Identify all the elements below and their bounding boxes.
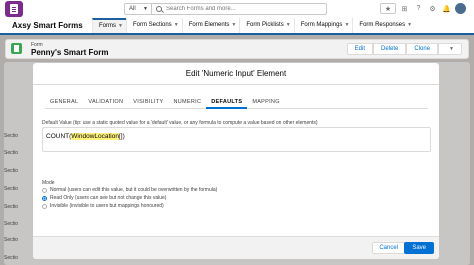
nav-tab-form-sections[interactable]: Form Sections ▼ [126, 18, 182, 33]
mode-option-label: Normal (users can edit this value, but i… [50, 187, 218, 193]
radio-button[interactable] [42, 203, 47, 209]
mode-option-invisible[interactable]: Invisible (invisible to users but mappin… [42, 203, 164, 209]
plus-icon[interactable]: ⊞ [399, 3, 410, 14]
nav-tabs: Forms ▼ Form Sections ▼ Form Elements ▼ … [92, 18, 415, 33]
edit-element-modal: Edit 'Numeric Input' Element GENERAL VAL… [33, 63, 439, 259]
star-icon[interactable]: ★ [380, 3, 396, 14]
tab-mapping[interactable]: MAPPING [247, 98, 284, 109]
tab-defaults[interactable]: DEFAULTS [206, 98, 248, 109]
mode-option-read-only[interactable]: Read Only (users can see but not change … [42, 195, 166, 201]
formula-text: COUNT(WindowLocation[]) [46, 133, 125, 140]
nav-tab-form-elements[interactable]: Form Elements ▼ [181, 18, 240, 33]
nav-tab-form-responses[interactable]: Form Responses ▼ [352, 18, 415, 33]
nav-tab-label: Form Mappings [300, 22, 343, 28]
chevron-down-icon[interactable]: ▼ [344, 18, 349, 33]
form-record-icon [11, 43, 22, 54]
settings-icon[interactable]: ⚙ [427, 3, 438, 14]
background-section-label: Sectio [4, 150, 18, 156]
mode-option-label: Invisible (invisible to users but mappin… [50, 203, 164, 209]
search-icon [156, 6, 162, 12]
chevron-down-icon: ▼ [449, 46, 454, 52]
modal-title: Edit 'Numeric Input' Element [33, 63, 439, 85]
mode-option-normal[interactable]: Normal (users can edit this value, but i… [42, 187, 217, 193]
nav-tab-label: Form Picklists [246, 22, 284, 28]
chevron-down-icon[interactable]: ▼ [407, 18, 412, 33]
radio-button-selected[interactable] [42, 195, 47, 201]
nav-tab-label: Form Responses [359, 22, 406, 28]
mode-option-label: Read Only (users can see but not change … [50, 195, 167, 201]
chevron-down-icon[interactable]: ▼ [118, 20, 123, 33]
chevron-down-icon: ▼ [143, 6, 148, 12]
search-input[interactable] [166, 5, 316, 13]
default-value-formula-editor[interactable]: COUNT(WindowLocation[]) [42, 127, 431, 152]
formula-prefix: COUNT( [46, 133, 72, 140]
nav-bar: Axsy Smart Forms Forms ▼ Form Sections ▼… [0, 18, 474, 35]
chevron-down-icon[interactable]: ▼ [174, 18, 179, 33]
formula-highlighted-token: WindowLocation [71, 133, 119, 140]
tab-validation[interactable]: VALIDATION [83, 98, 128, 109]
background-section-label: Sectio [4, 221, 18, 227]
global-search[interactable] [152, 3, 327, 15]
mode-label: Mode [42, 180, 55, 186]
edit-button[interactable]: Edit [346, 43, 374, 55]
nav-tab-label: Form Sections [133, 22, 172, 28]
header-utilities: ★ ⊞ ? ⚙ 🔔 [380, 3, 466, 14]
clone-button[interactable]: Clone [406, 43, 439, 55]
formula-suffix: []) [118, 133, 125, 140]
delete-button[interactable]: Delete [373, 43, 407, 55]
modal-footer: Cancel Save [33, 236, 439, 259]
background-section-label: Sectio [4, 133, 18, 139]
nav-tab-form-mappings[interactable]: Form Mappings ▼ [293, 18, 353, 33]
help-icon[interactable]: ? [413, 3, 424, 14]
tab-general[interactable]: GENERAL [45, 98, 83, 109]
notifications-icon[interactable]: 🔔 [441, 3, 452, 14]
nav-tab-forms[interactable]: Forms ▼ [92, 18, 126, 33]
search-scope-label: All [129, 6, 136, 12]
save-button[interactable]: Save [404, 242, 434, 254]
search-scope-select[interactable]: All ▼ [124, 3, 152, 15]
radio-button[interactable] [42, 187, 47, 193]
background-section-label: Sectio [4, 237, 18, 243]
nav-tab-label: Form Elements [188, 22, 230, 28]
nav-tab-label: Forms [99, 23, 116, 29]
background-section-label: Sectio [4, 255, 18, 261]
background-section-label: Sectio [4, 204, 18, 210]
modal-tabs: GENERAL VALIDATION VISIBILITY NUMERIC DE… [45, 98, 428, 109]
tab-numeric[interactable]: NUMERIC [169, 98, 207, 109]
background-section-label: Sectio [4, 186, 18, 192]
record-header: Form Penny's Smart Form Edit Delete Clon… [5, 39, 469, 59]
record-actions: Edit Delete Clone ▼ [346, 43, 462, 55]
nav-tab-form-picklists[interactable]: Form Picklists ▼ [239, 18, 293, 33]
avatar[interactable] [455, 3, 466, 14]
default-value-label: Default Value (tip: use a static quoted … [42, 120, 318, 126]
more-actions-button[interactable]: ▼ [438, 43, 462, 55]
record-name: Penny's Smart Form [31, 48, 109, 57]
app-name: Axsy Smart Forms [12, 21, 83, 30]
chevron-down-icon[interactable]: ▼ [231, 18, 236, 33]
chevron-down-icon[interactable]: ▼ [286, 18, 291, 33]
cancel-button[interactable]: Cancel [372, 242, 405, 254]
global-header: All ▼ ★ ⊞ ? ⚙ 🔔 [0, 0, 474, 18]
background-section-label: Sectio [4, 168, 18, 174]
tab-visibility[interactable]: VISIBILITY [128, 98, 168, 109]
app-logo-icon[interactable] [5, 1, 23, 17]
